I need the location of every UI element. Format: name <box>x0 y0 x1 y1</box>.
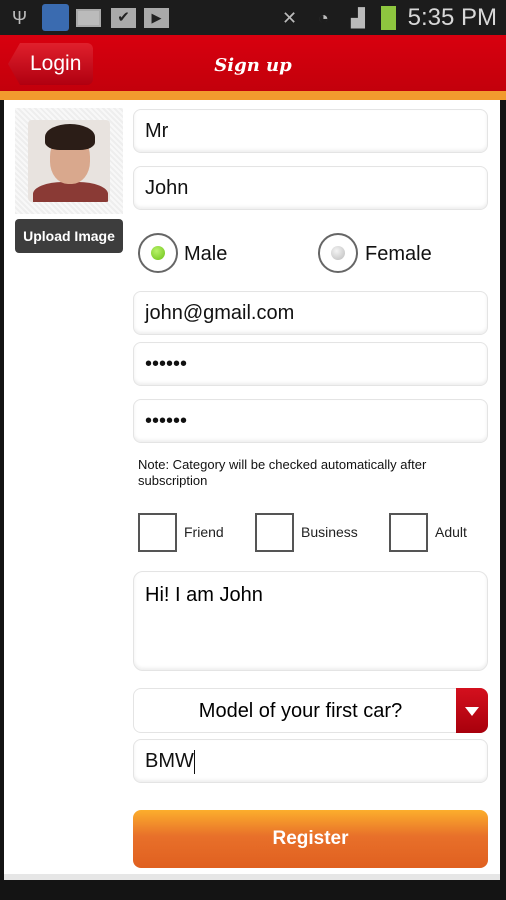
email-input[interactable]: john@gmail.com <box>133 291 488 335</box>
mail-icon <box>76 9 101 27</box>
category-note: Note: Category will be checked automatic… <box>138 457 427 488</box>
app-bar: Login Sign up <box>0 35 506 93</box>
mute-icon: ✕ <box>282 8 298 28</box>
security-question-value: Model of your first car? <box>198 700 403 722</box>
name-input[interactable]: John <box>133 166 488 210</box>
accent-divider <box>0 91 506 100</box>
task-icon: ✔ <box>111 8 136 28</box>
confirm-password-input[interactable]: •••••• <box>133 399 488 443</box>
battery-charging-icon <box>381 6 396 30</box>
usb-icon: Ψ <box>12 8 28 28</box>
checkbox-adult-label: Adult <box>435 524 467 540</box>
checkbox-friend[interactable] <box>138 513 177 552</box>
clock: 5:35 PM <box>407 4 497 31</box>
password-input[interactable]: •••••• <box>133 342 488 386</box>
profile-photo <box>28 120 110 202</box>
checkbox-friend-label: Friend <box>184 524 224 540</box>
play-store-icon: ▶ <box>144 8 169 28</box>
checkbox-adult[interactable] <box>389 513 428 552</box>
radio-male-label: Male <box>184 243 228 265</box>
signal-icon: ▟ <box>351 8 365 28</box>
radio-female[interactable] <box>318 233 358 273</box>
security-answer-value: BMW <box>145 750 194 772</box>
about-textarea[interactable]: Hi! I am John <box>133 571 488 671</box>
text-cursor <box>193 749 195 774</box>
upload-image-button[interactable]: Upload Image <box>15 219 123 253</box>
title-input[interactable]: Mr <box>133 109 488 153</box>
page-title: Sign up <box>214 55 292 76</box>
app-icon <box>42 4 69 31</box>
dropdown-arrow-icon[interactable] <box>456 688 488 733</box>
checkbox-business[interactable] <box>255 513 294 552</box>
radio-male[interactable] <box>138 233 178 273</box>
status-bar: Ψ ✔ ▶ ✕ ◔ ▟ 5:35 PM <box>0 0 506 35</box>
security-answer-input[interactable]: BMW <box>133 739 488 783</box>
wifi-icon: ◔ <box>318 8 329 28</box>
profile-photo-frame[interactable] <box>15 108 123 214</box>
security-question-select[interactable]: Model of your first car? <box>133 688 488 733</box>
radio-female-label: Female <box>365 243 432 265</box>
checkbox-business-label: Business <box>301 524 358 540</box>
register-button[interactable]: Register <box>133 810 488 868</box>
